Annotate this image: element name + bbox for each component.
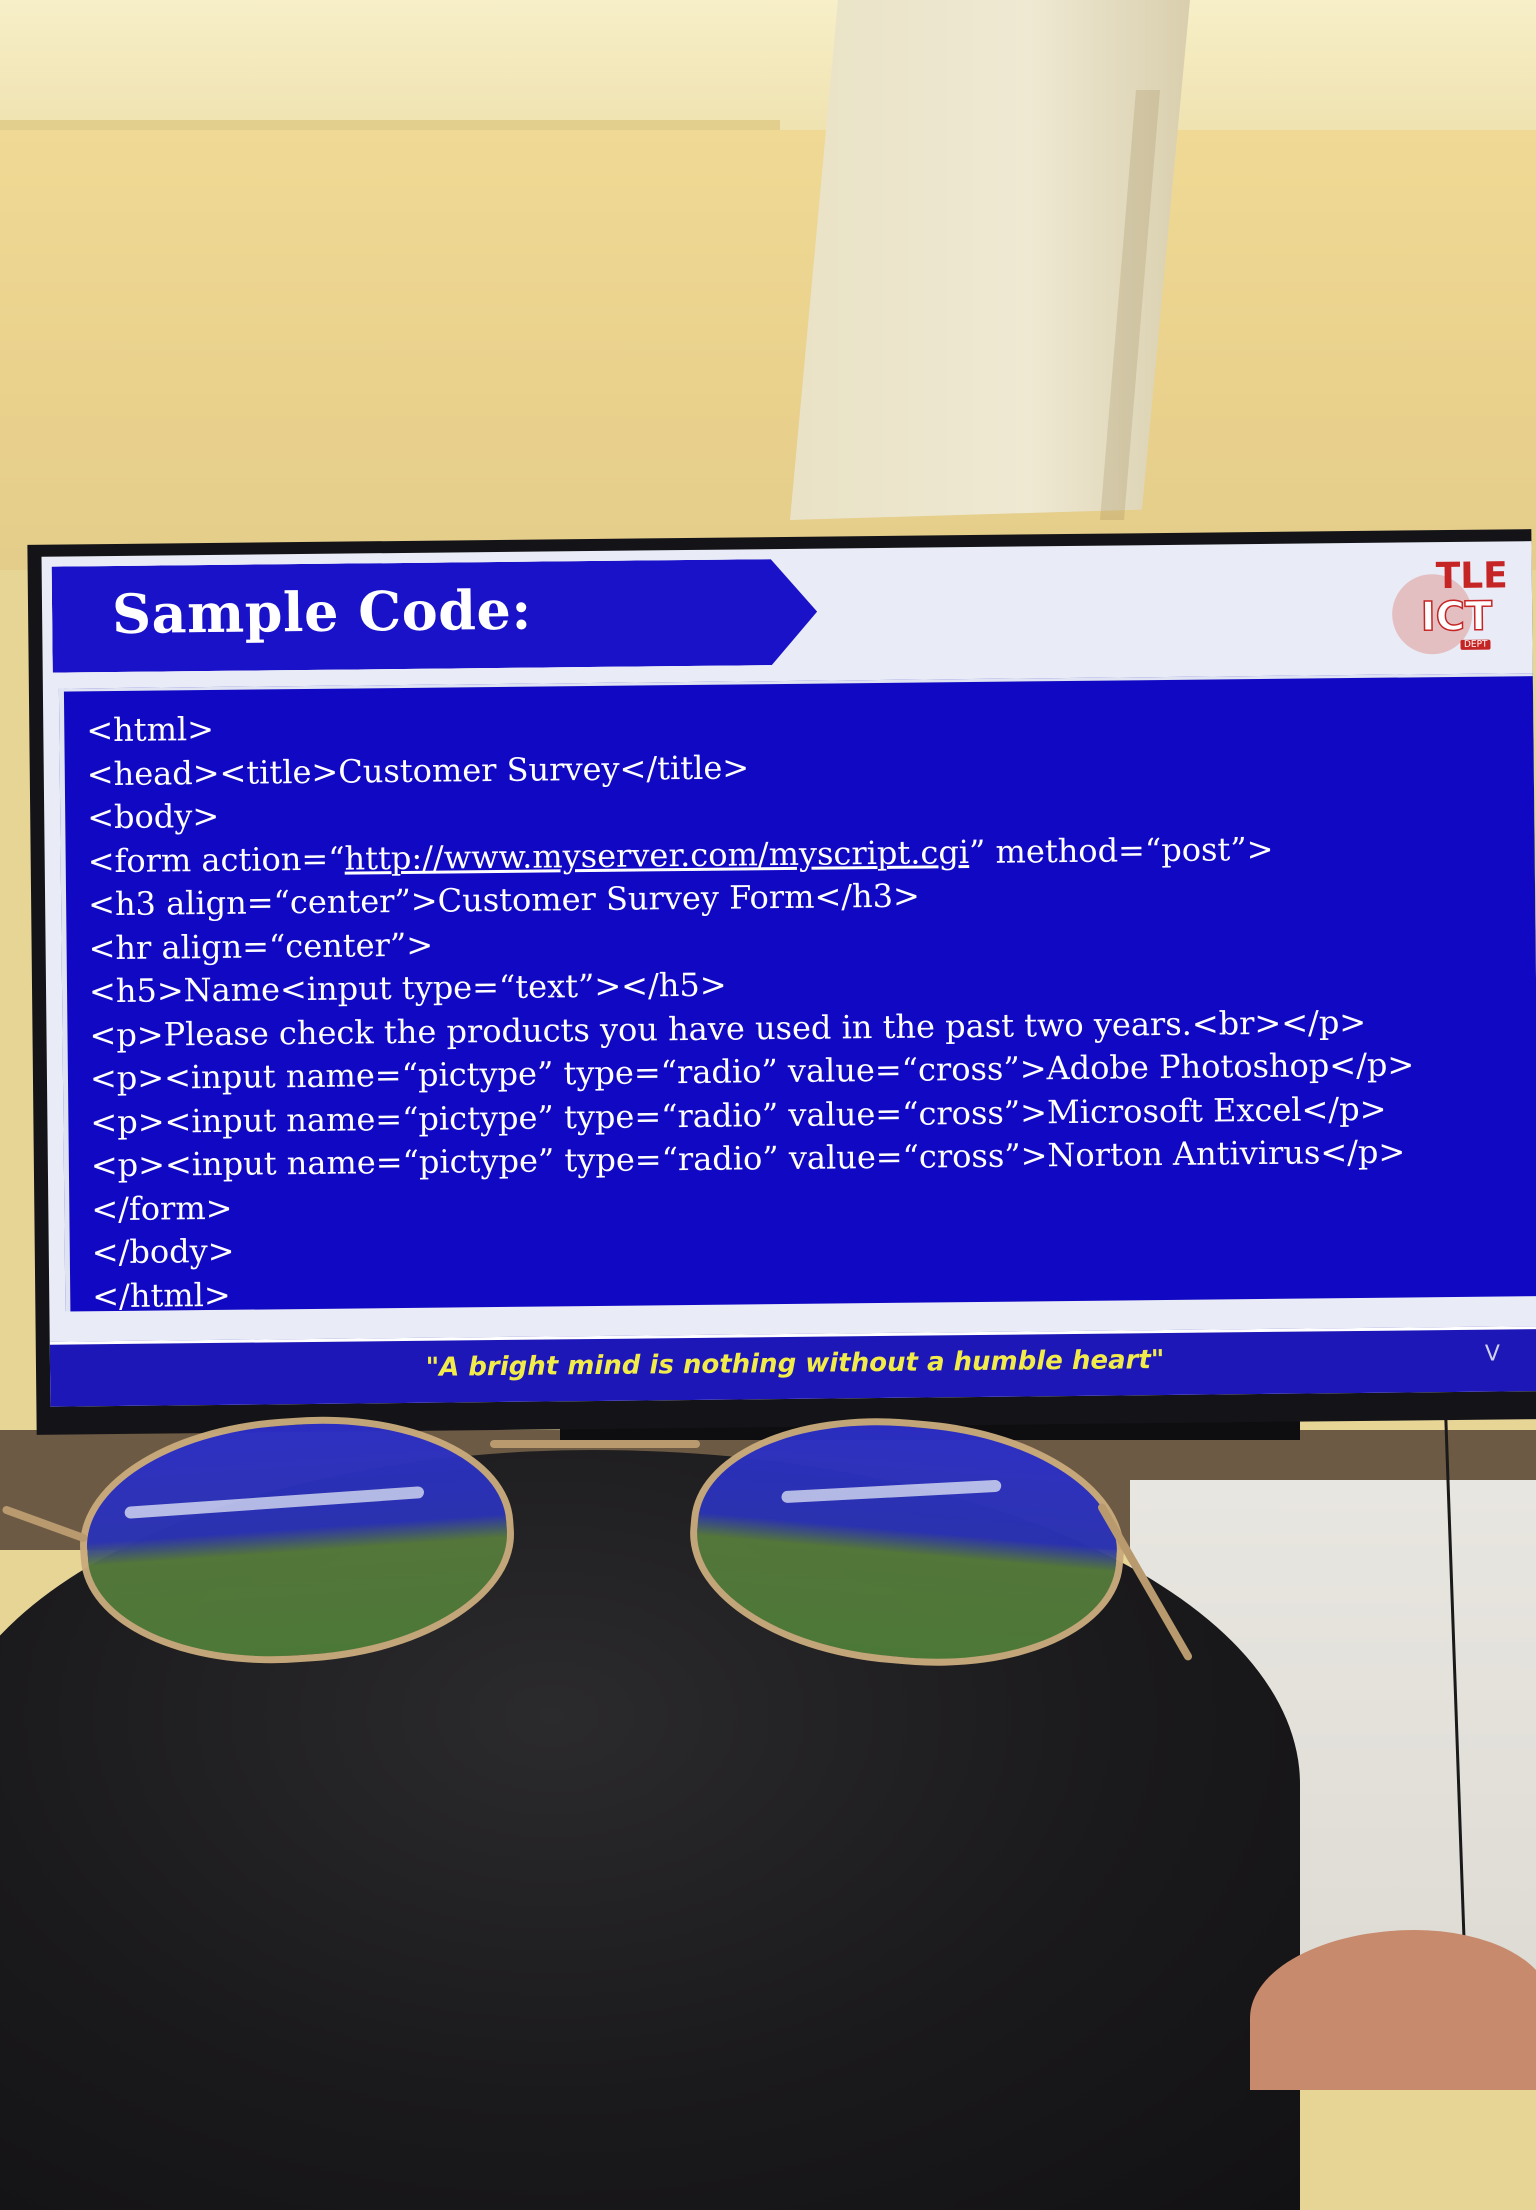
sunglasses-bridge	[490, 1440, 700, 1448]
code-url: http://www.myserver.com/myscript.cgi	[344, 832, 970, 878]
title-banner: Sample Code:	[52, 559, 818, 673]
slide-title: Sample Code:	[111, 577, 533, 647]
code-panel: <html> <head><title>Customer Survey</tit…	[58, 673, 1536, 1315]
wall	[0, 130, 1536, 570]
ceiling	[0, 0, 1536, 135]
lens-glare	[124, 1486, 425, 1519]
footer-bar: "A bright mind is nothing without a humb…	[49, 1326, 1536, 1407]
code-listing: <html> <head><title>Customer Survey</tit…	[86, 695, 1417, 1318]
footer-mark: V	[1484, 1341, 1501, 1367]
tv-screen: Sample Code: TLE ICT DEPT <html> <head><…	[41, 541, 1536, 1407]
footer-quote: "A bright mind is nothing without a humb…	[425, 1345, 1165, 1383]
television: Sample Code: TLE ICT DEPT <html> <head><…	[27, 529, 1536, 1435]
logo-text-tle: TLE	[1435, 555, 1509, 598]
tle-ict-logo: TLE ICT DEPT	[1384, 555, 1515, 656]
lens-glare	[781, 1479, 1002, 1504]
logo-text-ict: ICT	[1420, 593, 1494, 641]
logo-text-dept: DEPT	[1460, 639, 1491, 650]
